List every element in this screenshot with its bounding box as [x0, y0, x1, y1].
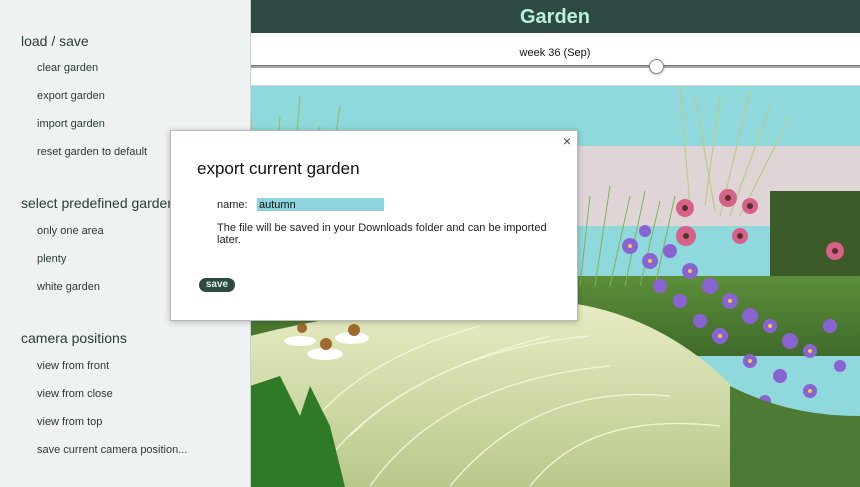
week-slider-thumb[interactable] — [649, 59, 664, 74]
clear-garden-link[interactable]: clear garden — [37, 62, 98, 74]
view-from-top-link[interactable]: view from top — [37, 416, 102, 428]
week-slider-bar: week 36 (Sep) — [250, 33, 860, 86]
import-garden-link[interactable]: import garden — [37, 118, 105, 130]
view-from-front-link[interactable]: view from front — [37, 360, 109, 372]
app-title: Garden — [519, 6, 591, 28]
save-camera-position-link[interactable]: save current camera position... — [37, 444, 187, 456]
section-title-load-save: load / save — [21, 33, 89, 49]
view-from-close-link[interactable]: view from close — [37, 388, 113, 400]
reset-garden-link[interactable]: reset garden to default — [37, 146, 147, 158]
garden-name-input[interactable] — [257, 198, 384, 211]
section-title-predefined: select predefined garden — [21, 195, 176, 211]
name-label: name: — [217, 199, 248, 211]
close-icon[interactable]: × — [563, 133, 571, 149]
save-button[interactable]: save — [199, 278, 235, 292]
export-note: The file will be saved in your Downloads… — [217, 222, 547, 246]
export-garden-dialog: × export current garden name: The file w… — [170, 130, 578, 321]
garden-plenty-link[interactable]: plenty — [37, 253, 66, 265]
dialog-title: export current garden — [197, 159, 360, 178]
section-title-camera: camera positions — [21, 330, 127, 346]
garden-white-link[interactable]: white garden — [37, 281, 100, 293]
app-title-bar: Garden — [250, 0, 860, 33]
week-slider-track[interactable] — [250, 65, 860, 68]
garden-only-one-area-link[interactable]: only one area — [37, 225, 104, 237]
export-garden-link[interactable]: export garden — [37, 90, 105, 102]
week-label: week 36 (Sep) — [519, 47, 591, 59]
